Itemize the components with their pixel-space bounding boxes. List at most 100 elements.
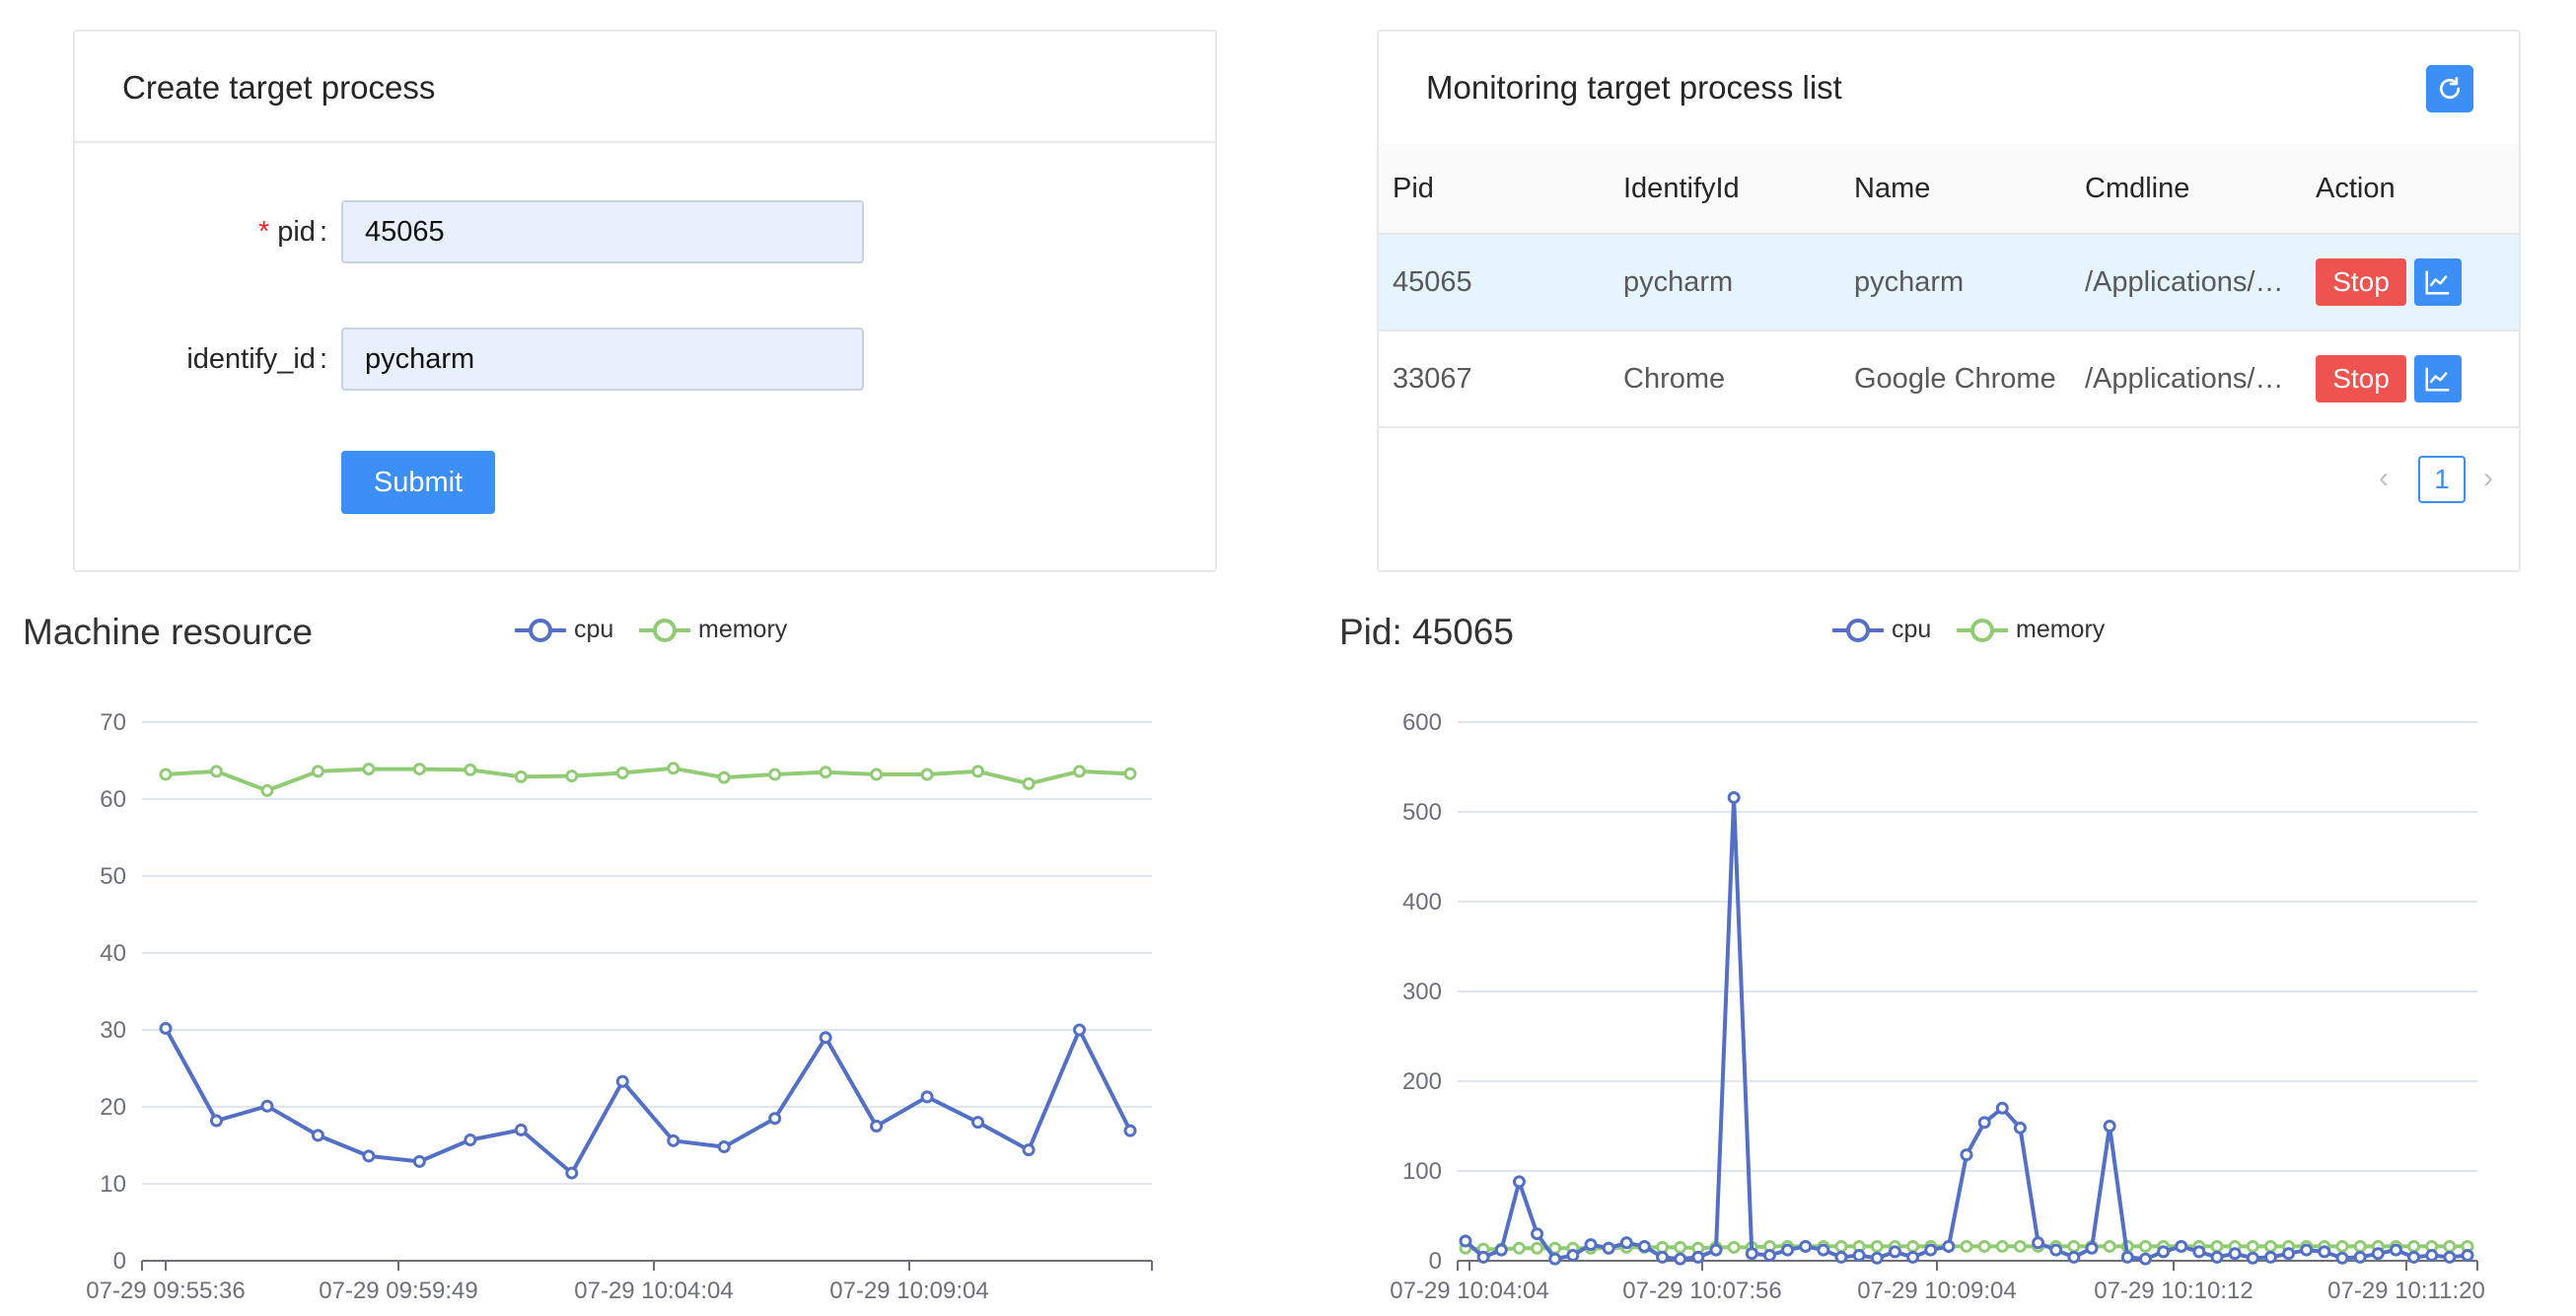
pagination-page[interactable]: 1 — [2418, 456, 2466, 503]
refresh-icon — [2439, 77, 2461, 100]
table-row[interactable]: 33067 Chrome Google Chrome /Applications… — [1379, 330, 2519, 428]
data-point-cpu — [1584, 1238, 1598, 1252]
legend-cpu[interactable]: cpu — [515, 616, 613, 644]
data-point-cpu — [1781, 1243, 1795, 1257]
cell-action: Stop — [2302, 234, 2519, 331]
data-point-cpu — [819, 1031, 832, 1045]
data-point-cpu — [1817, 1243, 1830, 1257]
data-point-cpu — [1834, 1250, 1848, 1264]
y-tick-label: 20 — [100, 1094, 126, 1121]
data-point-cpu — [2157, 1245, 2171, 1259]
data-point-cpu — [1566, 1249, 1580, 1263]
data-point-memory — [362, 763, 376, 776]
data-point-memory — [1960, 1239, 1973, 1253]
data-point-cpu — [2210, 1250, 2224, 1264]
data-point-cpu — [514, 1123, 528, 1136]
data-point-memory — [1870, 1239, 1884, 1253]
pid-input[interactable] — [341, 200, 864, 263]
data-point-cpu — [2389, 1243, 2402, 1257]
stop-button[interactable]: Stop — [2316, 355, 2406, 402]
column-header-cmdline: Cmdline — [2071, 144, 2302, 235]
data-point-cpu — [2263, 1250, 2277, 1264]
series-line-memory — [165, 766, 1131, 793]
legend-memory-icon — [639, 618, 690, 642]
cell-action: Stop — [2302, 330, 2519, 428]
line-chart-icon — [2425, 367, 2450, 392]
legend-cpu[interactable]: cpu — [1832, 616, 1931, 644]
data-point-memory — [2443, 1239, 2457, 1253]
data-point-cpu — [768, 1112, 782, 1126]
cell-identify-id: Chrome — [1610, 330, 1840, 428]
data-point-cpu — [159, 1021, 173, 1035]
data-point-cpu — [667, 1133, 680, 1147]
data-point-cpu — [2192, 1245, 2206, 1259]
data-point-cpu — [1476, 1250, 1490, 1264]
data-point-cpu — [920, 1090, 934, 1104]
y-tick-label: 400 — [1402, 889, 1442, 915]
data-point-memory — [870, 768, 884, 781]
legend-cpu-icon — [1832, 618, 1884, 642]
stop-button[interactable]: Stop — [2316, 258, 2406, 306]
y-tick-label: 0 — [113, 1248, 126, 1275]
x-tick-label: 07-29 10:07:56 — [1622, 1278, 1781, 1304]
series-line-cpu — [1464, 795, 2469, 1262]
data-point-cpu — [2371, 1247, 2385, 1261]
data-point-cpu — [1924, 1243, 1938, 1257]
data-point-cpu — [2335, 1251, 2349, 1265]
data-point-cpu — [2318, 1245, 2331, 1259]
y-tick-label: 10 — [100, 1171, 126, 1198]
y-tick-label: 60 — [100, 786, 126, 813]
y-tick-label: 200 — [1402, 1068, 1442, 1095]
data-point-memory — [159, 768, 173, 781]
data-point-memory — [2067, 1239, 2081, 1253]
pagination: ‹ 1 › — [2361, 456, 2519, 505]
x-tick-label: 07-29 10:11:20 — [2327, 1278, 2485, 1304]
data-point-cpu — [2032, 1236, 2045, 1250]
data-point-memory — [971, 765, 985, 778]
data-point-cpu — [2013, 1121, 2027, 1134]
data-point-cpu — [1942, 1239, 1956, 1253]
data-point-cpu — [1799, 1239, 1813, 1253]
data-point-memory — [2353, 1239, 2367, 1253]
data-point-memory — [819, 766, 832, 779]
data-point-cpu — [1674, 1252, 1687, 1266]
y-tick-label: 100 — [1402, 1158, 1442, 1185]
data-point-memory — [209, 765, 223, 778]
identify-id-input[interactable] — [341, 328, 864, 391]
data-point-memory — [1022, 776, 1036, 790]
data-point-memory — [1656, 1240, 1670, 1254]
view-chart-button[interactable] — [2414, 258, 2462, 306]
data-point-cpu — [2049, 1243, 2063, 1257]
data-point-cpu — [1906, 1250, 1920, 1264]
data-point-cpu — [1709, 1243, 1723, 1257]
y-tick-label: 40 — [100, 940, 126, 967]
data-point-cpu — [1531, 1227, 1544, 1241]
pid-label: * pid: — [257, 216, 327, 248]
data-point-cpu — [1852, 1249, 1866, 1263]
process-table: Pid IdentifyId Name Cmdline Action 45065… — [1379, 144, 2519, 428]
data-point-cpu — [2353, 1250, 2367, 1264]
data-point-cpu — [260, 1099, 274, 1113]
y-tick-label: 50 — [100, 863, 126, 890]
pagination-next-icon[interactable]: › — [2483, 462, 2493, 495]
pagination-prev-icon[interactable]: ‹ — [2379, 462, 2389, 495]
submit-button[interactable]: Submit — [341, 451, 495, 514]
cell-cmdline: /Applications/PyCharm.app/Contents/MacOS… — [2071, 234, 2302, 331]
data-point-memory — [768, 768, 782, 781]
data-point-cpu — [2175, 1239, 2188, 1253]
data-point-cpu — [362, 1149, 376, 1163]
data-point-memory — [920, 768, 934, 781]
table-row[interactable]: 45065 pycharm pycharm /Applications/PyCh… — [1379, 234, 2519, 331]
refresh-button[interactable] — [2426, 65, 2473, 112]
data-point-memory — [1995, 1239, 2009, 1253]
process-list-header: Monitoring target process list — [1379, 32, 2519, 144]
view-chart-button[interactable] — [2414, 355, 2462, 402]
data-point-cpu — [1745, 1247, 1758, 1261]
data-point-cpu — [1123, 1124, 1137, 1137]
data-point-memory — [615, 766, 629, 779]
column-header-identify-id: IdentifyId — [1610, 144, 1840, 235]
data-point-cpu — [2282, 1247, 2296, 1261]
data-point-cpu — [1656, 1250, 1670, 1264]
legend-memory[interactable]: memory — [639, 616, 787, 644]
legend-memory[interactable]: memory — [1957, 616, 2105, 644]
